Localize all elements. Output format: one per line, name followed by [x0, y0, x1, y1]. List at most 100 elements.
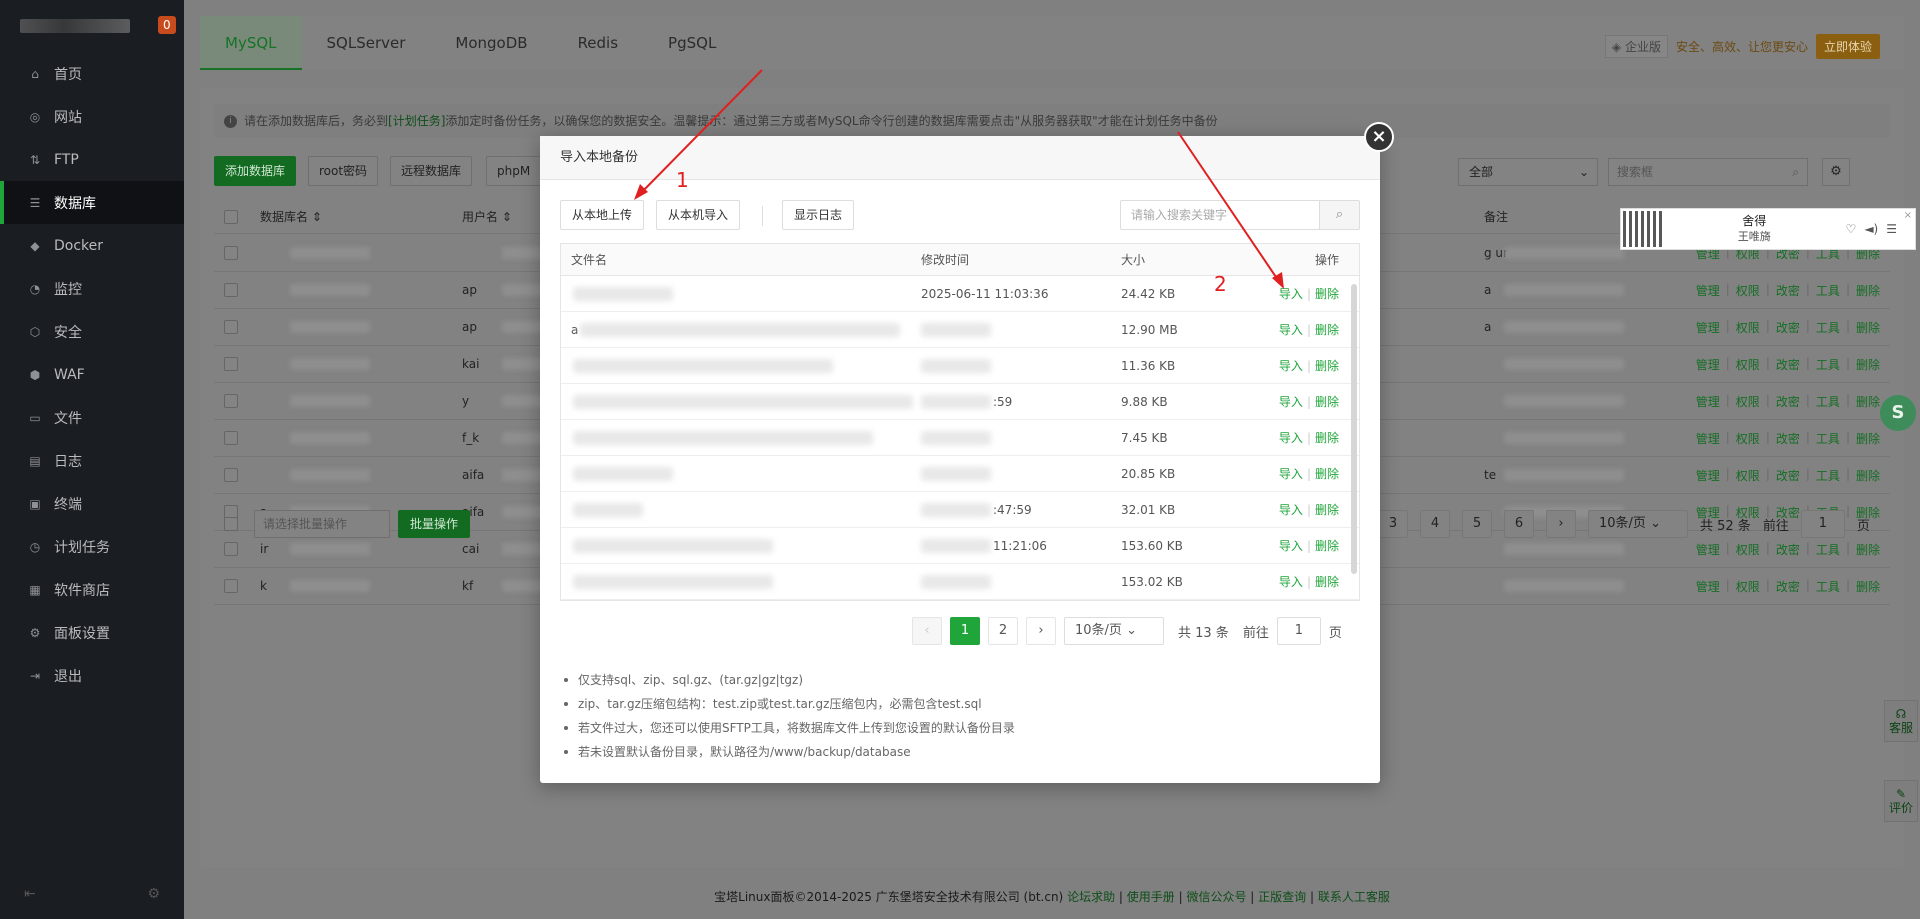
- footer-link-wechat[interactable]: 微信公众号: [1186, 890, 1246, 904]
- db-op-2[interactable]: 改密: [1776, 282, 1800, 299]
- db-op-4[interactable]: 删除: [1856, 541, 1880, 558]
- import-link[interactable]: 导入: [1279, 395, 1303, 409]
- row-checkbox[interactable]: [224, 542, 238, 556]
- db-op-3[interactable]: 工具: [1816, 282, 1840, 299]
- row-checkbox[interactable]: [224, 431, 238, 445]
- import-from-server-button[interactable]: 从本机导入: [656, 200, 741, 230]
- db-op-4[interactable]: 删除: [1856, 282, 1880, 299]
- collapse-icon[interactable]: ⇤: [24, 886, 36, 902]
- import-link[interactable]: 导入: [1279, 287, 1303, 301]
- floating-assistant-icon[interactable]: S: [1880, 395, 1916, 431]
- db-op-1[interactable]: 权限: [1736, 541, 1760, 558]
- db-op-0[interactable]: 管理: [1696, 282, 1720, 299]
- row-checkbox[interactable]: [224, 320, 238, 334]
- sidebar-item-10[interactable]: ▣ 终端: [0, 482, 184, 525]
- delete-link[interactable]: 删除: [1315, 467, 1339, 481]
- phpmyadmin-button[interactable]: phpM: [486, 156, 546, 186]
- add-database-button[interactable]: 添加数据库: [214, 156, 297, 186]
- db-op-4[interactable]: 删除: [1856, 319, 1880, 336]
- batch-checkbox[interactable]: [224, 517, 238, 531]
- db-op-0[interactable]: 管理: [1696, 356, 1720, 373]
- import-link[interactable]: 导入: [1279, 359, 1303, 373]
- delete-link[interactable]: 删除: [1315, 539, 1339, 553]
- db-op-4[interactable]: 删除: [1856, 393, 1880, 410]
- footer-link-license[interactable]: 正版查询: [1258, 890, 1306, 904]
- sidebar-item-9[interactable]: ▤ 日志: [0, 439, 184, 482]
- footer-link-support[interactable]: 联系人工客服: [1318, 890, 1390, 904]
- sidebar-item-7[interactable]: ⬢ WAF: [0, 353, 184, 396]
- batch-select[interactable]: 请选择批量操作: [254, 510, 390, 538]
- tab-mysql[interactable]: MySQL: [200, 16, 302, 70]
- tab-redis[interactable]: Redis: [553, 16, 643, 70]
- main-page-size-select[interactable]: 10条/页 ⌄: [1588, 510, 1688, 538]
- sidebar-item-5[interactable]: ◔ 监控: [0, 267, 184, 310]
- import-link[interactable]: 导入: [1279, 539, 1303, 553]
- db-op-4[interactable]: 删除: [1856, 578, 1880, 595]
- upload-from-local-button[interactable]: 从本地上传: [560, 200, 645, 230]
- db-op-3[interactable]: 工具: [1816, 578, 1840, 595]
- backup-search-input[interactable]: 请输入搜索关键字: [1120, 200, 1320, 230]
- db-op-0[interactable]: 管理: [1696, 393, 1720, 410]
- import-link[interactable]: 导入: [1279, 431, 1303, 445]
- import-link[interactable]: 导入: [1279, 323, 1303, 337]
- db-op-2[interactable]: 改密: [1776, 356, 1800, 373]
- column-settings-gear-icon[interactable]: ⚙: [1822, 158, 1850, 186]
- db-op-1[interactable]: 权限: [1736, 356, 1760, 373]
- sidebar-item-14[interactable]: ⇥ 退出: [0, 654, 184, 697]
- sidebar-item-11[interactable]: ◷ 计划任务: [0, 525, 184, 568]
- db-op-1[interactable]: 权限: [1736, 393, 1760, 410]
- import-link[interactable]: 导入: [1279, 575, 1303, 589]
- sidebar-settings-icon[interactable]: ⚙: [147, 886, 160, 902]
- show-log-button[interactable]: 显示日志: [782, 200, 855, 230]
- sidebar-item-4[interactable]: ◆ Docker: [0, 224, 184, 267]
- main-page-5[interactable]: 5: [1462, 510, 1492, 538]
- search-icon[interactable]: ⌕: [1792, 159, 1799, 185]
- db-op-1[interactable]: 权限: [1736, 467, 1760, 484]
- db-op-1[interactable]: 权限: [1736, 578, 1760, 595]
- sidebar-item-3[interactable]: ☰ 数据库: [0, 181, 184, 224]
- db-op-4[interactable]: 删除: [1856, 356, 1880, 373]
- delete-link[interactable]: 删除: [1315, 503, 1339, 517]
- row-checkbox[interactable]: [224, 579, 238, 593]
- db-op-3[interactable]: 工具: [1816, 319, 1840, 336]
- row-checkbox[interactable]: [224, 468, 238, 482]
- main-goto-input[interactable]: 1: [1800, 510, 1845, 538]
- footer-link-manual[interactable]: 使用手册: [1127, 890, 1175, 904]
- db-op-4[interactable]: 删除: [1856, 467, 1880, 484]
- db-op-3[interactable]: 工具: [1816, 467, 1840, 484]
- select-all-checkbox[interactable]: [224, 209, 238, 224]
- db-op-3[interactable]: 工具: [1816, 393, 1840, 410]
- sidebar-item-8[interactable]: ▭ 文件: [0, 396, 184, 439]
- delete-link[interactable]: 删除: [1315, 431, 1339, 445]
- footer-link-forum[interactable]: 论坛求助: [1067, 890, 1115, 904]
- filter-select[interactable]: 全部 ⌄: [1458, 158, 1598, 186]
- widget-close-icon[interactable]: ×: [1904, 210, 1912, 221]
- remote-database-button[interactable]: 远程数据库: [390, 156, 473, 186]
- db-op-0[interactable]: 管理: [1696, 430, 1720, 447]
- tip-schedule-link[interactable]: [计划任务]: [388, 114, 445, 128]
- sidebar-item-2[interactable]: ⇅ FTP: [0, 138, 184, 181]
- backup-search-icon[interactable]: ⌕: [1319, 200, 1360, 230]
- delete-link[interactable]: 删除: [1315, 287, 1339, 301]
- playlist-icon[interactable]: ☰: [1886, 222, 1897, 236]
- sidebar-item-13[interactable]: ⚙ 面板设置: [0, 611, 184, 654]
- db-op-2[interactable]: 改密: [1776, 578, 1800, 595]
- db-op-3[interactable]: 工具: [1816, 541, 1840, 558]
- tab-sqlserver[interactable]: SQLServer: [302, 16, 431, 70]
- delete-link[interactable]: 删除: [1315, 395, 1339, 409]
- db-op-0[interactable]: 管理: [1696, 319, 1720, 336]
- db-op-0[interactable]: 管理: [1696, 541, 1720, 558]
- main-next-page-icon[interactable]: ›: [1546, 510, 1576, 538]
- row-checkbox[interactable]: [224, 357, 238, 371]
- delete-link[interactable]: 删除: [1315, 323, 1339, 337]
- db-op-0[interactable]: 管理: [1696, 578, 1720, 595]
- music-widget[interactable]: 舍得 王唯旖 ♡ ◄) ☰ ×: [1620, 208, 1916, 250]
- sidebar-item-12[interactable]: ▦ 软件商店: [0, 568, 184, 611]
- col-db-name[interactable]: 数据库名 ⇕: [260, 208, 462, 225]
- db-op-1[interactable]: 权限: [1736, 319, 1760, 336]
- customer-service-button[interactable]: ☊ 客服: [1884, 700, 1918, 742]
- enterprise-try-button[interactable]: 立即体验: [1815, 34, 1880, 59]
- backup-table-scrollbar[interactable]: [1351, 284, 1357, 574]
- db-op-3[interactable]: 工具: [1816, 356, 1840, 373]
- row-checkbox[interactable]: [224, 246, 238, 260]
